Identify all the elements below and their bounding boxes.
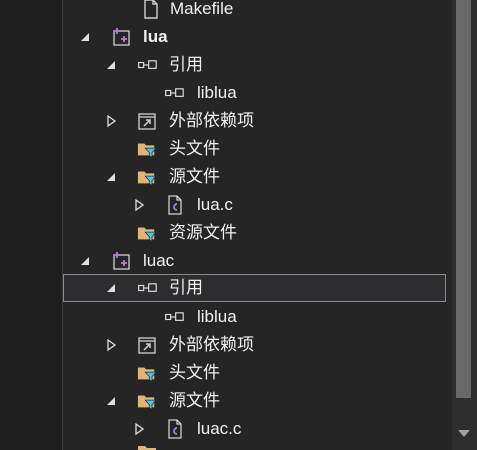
- expanded-arrow-icon[interactable]: [105, 171, 117, 183]
- tree-item-resource-files[interactable]: 资源文件: [63, 219, 446, 247]
- tree-item-liblua[interactable]: liblua: [63, 79, 446, 107]
- expanded-arrow-icon[interactable]: [105, 59, 117, 71]
- tree-item-liblua-2[interactable]: liblua: [63, 303, 446, 331]
- tree-item-lua-project[interactable]: lua: [63, 23, 446, 51]
- expanded-arrow-icon[interactable]: [79, 31, 91, 43]
- left-gutter: [0, 0, 62, 450]
- tree-item-label: lua: [143, 27, 168, 46]
- reference-icon: [165, 88, 184, 97]
- external-deps-icon: [138, 113, 156, 130]
- tree-item-lua-c[interactable]: lua.c: [63, 191, 446, 219]
- tree-item-header-files[interactable]: 头文件: [63, 135, 446, 163]
- filter-folder-icon: [137, 171, 157, 186]
- tree-item-label: 资源文件: [169, 223, 237, 242]
- tree-item-source-files[interactable]: 源文件: [63, 163, 446, 191]
- tree-item-label: 引用: [169, 55, 203, 74]
- reference-icon: [138, 60, 157, 69]
- tree-item-label: 引用: [169, 278, 203, 297]
- filter-folder-icon: [137, 227, 157, 242]
- tree-item-external-deps-2[interactable]: 外部依赖项: [63, 331, 446, 359]
- folder-icon-partial: [138, 446, 156, 450]
- c-file-icon: [168, 419, 182, 439]
- vertical-scrollbar[interactable]: [452, 0, 477, 450]
- collapsed-arrow-icon[interactable]: [105, 115, 117, 127]
- tree-item-label: lua.c: [197, 195, 233, 214]
- project-icon: [113, 28, 130, 46]
- tree-item-label: Makefile: [170, 0, 234, 18]
- scrollbar-thumb[interactable]: [456, 0, 471, 398]
- tree-item-label: luac.c: [197, 419, 242, 438]
- tree-item-label: 外部依赖项: [169, 335, 254, 354]
- tree-item-label: 头文件: [169, 139, 220, 158]
- scroll-down-arrow-icon[interactable]: [457, 428, 471, 438]
- tree-item-luac-c[interactable]: luac.c: [63, 415, 446, 443]
- tree-item-references-selected[interactable]: 引用: [63, 274, 446, 302]
- tree-item-label: liblua: [197, 307, 237, 326]
- filter-folder-icon: [137, 395, 157, 410]
- tree-item-header-files-2[interactable]: 头文件: [63, 359, 446, 387]
- project-icon: [113, 252, 130, 270]
- reference-icon: [165, 312, 184, 321]
- filter-folder-icon: [137, 367, 157, 382]
- tree-item-makefile[interactable]: Makefile: [63, 0, 446, 23]
- tree-item-label: 外部依赖项: [169, 111, 254, 130]
- reference-icon: [138, 283, 157, 292]
- tree-item-luac-project[interactable]: luac: [63, 247, 446, 275]
- collapsed-arrow-icon[interactable]: [105, 339, 117, 351]
- tree-item-label: 头文件: [169, 363, 220, 382]
- collapsed-arrow-icon[interactable]: [133, 423, 145, 435]
- c-file-icon: [168, 195, 182, 215]
- expanded-arrow-icon[interactable]: [105, 395, 117, 407]
- tree-item-label: 源文件: [169, 167, 220, 186]
- solution-explorer: Makefile lua 引用 liblua 外部依赖项 头文件 源文件 lua…: [0, 0, 477, 450]
- tree-item-label: 源文件: [169, 391, 220, 410]
- tree-item-references[interactable]: 引用: [63, 51, 446, 79]
- external-deps-icon: [138, 337, 156, 354]
- tree-item-label: luac: [143, 251, 175, 270]
- tree-item-source-files-2[interactable]: 源文件: [63, 387, 446, 415]
- collapsed-arrow-icon[interactable]: [133, 199, 145, 211]
- expanded-arrow-icon[interactable]: [105, 282, 117, 294]
- expanded-arrow-icon[interactable]: [79, 255, 91, 267]
- tree-item-label: liblua: [197, 83, 237, 102]
- tree-item-external-deps[interactable]: 外部依赖项: [63, 107, 446, 135]
- filter-folder-icon: [137, 143, 157, 158]
- file-icon: [144, 0, 158, 19]
